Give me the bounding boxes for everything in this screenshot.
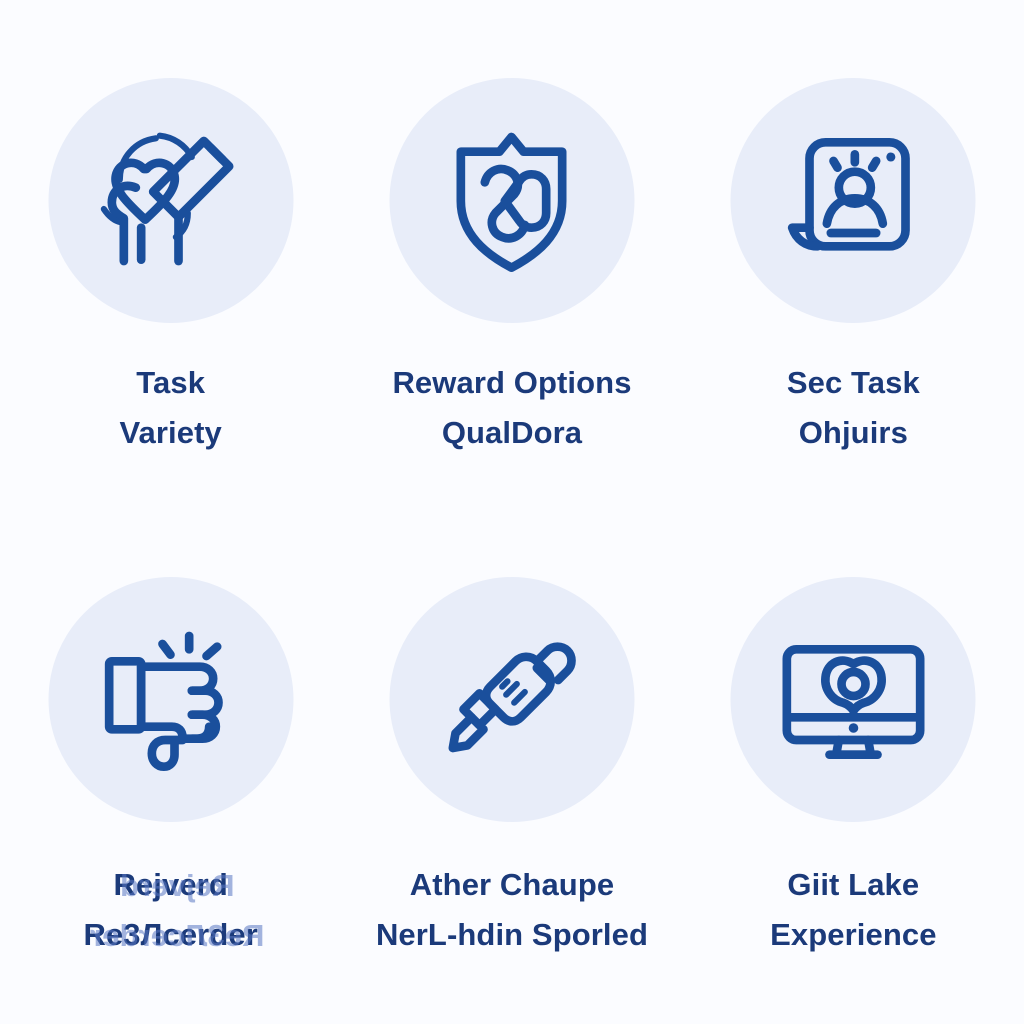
medallion-background xyxy=(730,577,976,822)
syringe-icon xyxy=(448,641,577,752)
medallion-background xyxy=(389,577,635,822)
card-label: Task Variety xyxy=(0,358,341,458)
card-label-line1: Giit Lake xyxy=(787,867,920,902)
card-label-line2: Experience xyxy=(770,917,937,952)
card-label-line1: Reward Options xyxy=(392,365,632,400)
card-label-line1: Ather Chaupe xyxy=(409,867,615,902)
thumbs-down-icon xyxy=(104,631,223,771)
card-label: Rejverd Rejverd Re3Лcerder Re3Лcerder xyxy=(0,860,341,960)
raised-arm-with-heart-icon xyxy=(100,132,234,265)
card-label-line1: Rejverd Rejverd xyxy=(0,860,341,910)
feature-icon-grid: Task Variety Reward Options QualDora Sec… xyxy=(0,0,1024,1024)
card-label: Reward Options QualDora xyxy=(341,358,682,458)
card-label-line2: Re3Лcerder Re3Лcerder xyxy=(0,910,341,960)
medallion-background xyxy=(389,78,635,323)
desktop-monitor-icon xyxy=(782,644,925,759)
medallion-background xyxy=(48,577,294,822)
feature-card-giit-lake[interactable]: Giit Lake Experience xyxy=(683,512,1024,1024)
medallion-background xyxy=(48,78,294,323)
card-label: Sec Task Ohjuirs xyxy=(683,358,1024,458)
feature-card-reward-options[interactable]: Reward Options QualDora xyxy=(341,0,682,512)
card-label-line2: NerL-hdin Sporled xyxy=(375,917,649,952)
card-label-line1: Sec Task xyxy=(786,365,920,400)
feature-card-ather-chaupe[interactable]: Ather Chaupe NerL-hdin Sporled xyxy=(341,512,682,1024)
card-label-line2: Variety xyxy=(119,415,222,450)
screen-with-person-icon xyxy=(787,137,910,251)
medallion-background xyxy=(730,78,976,323)
shield-icon xyxy=(456,132,567,272)
card-label-line1: Task xyxy=(136,365,206,400)
card-label: Giit Lake Experience xyxy=(683,860,1024,960)
feature-card-task-variety[interactable]: Task Variety xyxy=(0,0,341,512)
feature-card-rejverd[interactable]: Rejverd Rejverd Re3Лcerder Re3Лcerder xyxy=(0,512,341,1024)
feature-card-sec-task[interactable]: Sec Task Ohjuirs xyxy=(683,0,1024,512)
card-label-line2: Ohjuirs xyxy=(798,415,908,450)
card-label-line2: QualDora xyxy=(441,415,583,450)
card-label: Ather Chaupe NerL-hdin Sporled xyxy=(341,860,682,960)
